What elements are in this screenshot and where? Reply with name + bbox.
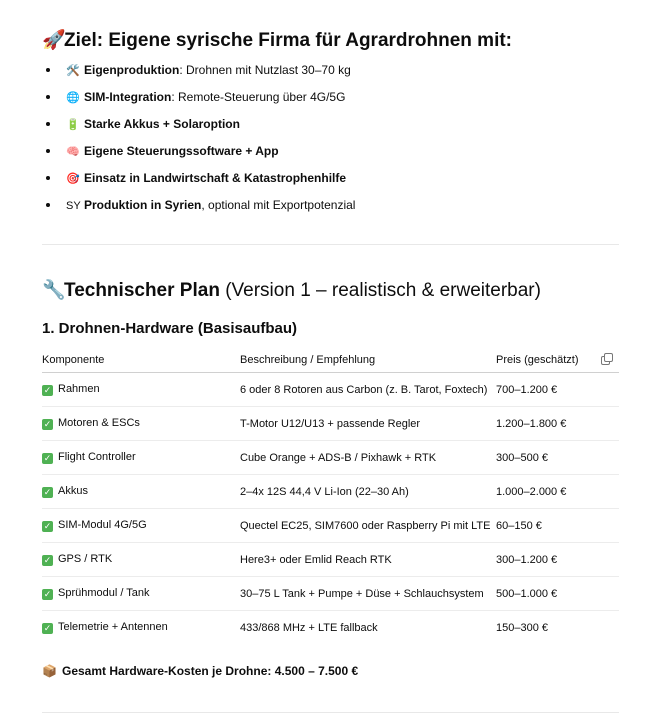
cell-price: 700–1.200 € bbox=[496, 372, 601, 407]
cell-component: ✓ SIM-Modul 4G/5G bbox=[42, 508, 240, 543]
bullet-icon bbox=[46, 149, 50, 153]
cell-component: ✓ Telemetrie + Antennen bbox=[42, 611, 240, 645]
goal-item-bold: Einsatz in Landwirtschaft & Katastrophen… bbox=[84, 171, 347, 185]
goal-item-text: , optional mit Exportpotenzial bbox=[201, 198, 356, 212]
cell-component: ✓ Rahmen bbox=[42, 372, 240, 407]
component-name: Flight Controller bbox=[58, 451, 136, 463]
bullet-icon bbox=[46, 68, 50, 72]
section-divider bbox=[42, 244, 619, 245]
check-icon: ✓ bbox=[42, 453, 53, 464]
check-icon: ✓ bbox=[42, 555, 53, 566]
check-icon: ✓ bbox=[42, 487, 53, 498]
cell-component: ✓ Flight Controller bbox=[42, 440, 240, 475]
cell-description: 433/868 MHz + LTE fallback bbox=[240, 621, 378, 634]
goal-item-bold: Eigene Steuerungssoftware + App bbox=[84, 144, 279, 158]
goal-list-item: 🎯 Einsatz in Landwirtschaft & Katastrophe… bbox=[42, 168, 619, 195]
table-body: ✓ Rahmen 6 oder 8 Rotoren aus Carbon (z. B… bbox=[42, 372, 619, 645]
goal-item-bold: Produktion in Syrien bbox=[84, 198, 202, 212]
bullet-icon bbox=[46, 122, 50, 126]
component-name: GPS / RTK bbox=[58, 553, 113, 565]
component-name: Telemetrie + Antennen bbox=[58, 621, 168, 633]
cell-price: 300–1.200 € bbox=[496, 542, 601, 577]
table-row: ✓ Akkus 2–4x 12S 44,4 V Li-Ion (22–30 Ah) 1… bbox=[42, 474, 619, 509]
table-header-row: Komponente Beschreibung / Empfehlung Pre… bbox=[42, 348, 619, 373]
goal-item-icon: SY bbox=[66, 200, 81, 212]
column-header-description: Beschreibung / Empfehlung bbox=[240, 348, 496, 373]
table-row: ✓ GPS / RTK Here3+ oder Emlid Reach RTK 300… bbox=[42, 542, 619, 577]
cell-price: 300–500 € bbox=[496, 440, 601, 475]
cell-component: ✓ Motoren & ESCs bbox=[42, 406, 240, 441]
goal-item-bold: Starke Akkus + Solaroption bbox=[84, 117, 240, 131]
check-icon: ✓ bbox=[42, 589, 53, 600]
cell-description: 6 oder 8 Rotoren aus Carbon (z. B. Tarot… bbox=[240, 372, 496, 407]
goal-item-bold: Eigenproduktion bbox=[84, 63, 180, 77]
check-icon: ✓ bbox=[42, 521, 53, 532]
column-header-component: Komponente bbox=[42, 348, 240, 373]
hardware-table: Komponente Beschreibung / Empfehlung Pre… bbox=[42, 348, 619, 644]
column-header-price: Preis (geschätzt) bbox=[496, 348, 601, 373]
goal-item-bold: SIM-Integration bbox=[84, 90, 172, 104]
goal-item-text: : Drohnen mit Nutzlast 30–70 kg bbox=[179, 63, 351, 77]
goal-item-icon: 🔋 bbox=[66, 119, 80, 131]
cell-description: Here3+ oder Emlid Reach RTK bbox=[240, 542, 496, 577]
total-cost: 📦 Gesamt Hardware-Kosten je Drohne: 4.500… bbox=[42, 664, 358, 678]
component-name: Rahmen bbox=[58, 383, 100, 395]
bullet-icon bbox=[46, 176, 50, 180]
cell-component: ✓ GPS / RTK bbox=[42, 542, 240, 577]
goal-item-text: : Remote-Steuerung über 4G/5G bbox=[171, 90, 346, 104]
package-icon: 📦 bbox=[42, 664, 57, 678]
goal-item-icon: 🛠️ bbox=[66, 65, 80, 77]
component-name: SIM-Modul 4G/5G bbox=[58, 519, 147, 531]
table-row: ✓ Sprühmodul / Tank 30–75 L Tank + Pumpe +… bbox=[42, 576, 619, 611]
cell-price: 500–1.000 € bbox=[496, 576, 601, 611]
cell-description: 2–4x 12S 44,4 V Li-Ion (22–30 Ah) bbox=[240, 474, 496, 509]
table-row: ✓ SIM-Modul 4G/5G Quectel EC25, SIM7600 od… bbox=[42, 508, 619, 543]
cell-description: 30–75 L Tank + Pumpe + Düse + Schlauchsy… bbox=[240, 576, 496, 611]
cell-price: 1.200–1.800 € bbox=[496, 406, 601, 441]
component-name: Akkus bbox=[58, 485, 88, 497]
wrench-icon: 🔧 bbox=[42, 280, 66, 301]
table-row: ✓ Flight Controller Cube Orange + ADS-B / … bbox=[42, 440, 619, 475]
goal-item-icon: 🧠 bbox=[66, 146, 80, 158]
goal-item-icon: 🌐 bbox=[66, 92, 80, 104]
check-icon: ✓ bbox=[42, 623, 53, 634]
goal-list-item: SY Produktion in Syrien, optional mit Exp… bbox=[42, 195, 619, 222]
cell-description: T-Motor U12/U13 + passende Regler bbox=[240, 406, 496, 441]
goal-list-item: 🔋 Starke Akkus + Solaroption bbox=[42, 114, 619, 141]
goal-heading: 🚀Ziel: Eigene syrische Firma für Agrardr… bbox=[42, 28, 512, 52]
cell-component: ✓ Akkus bbox=[42, 474, 240, 509]
goal-list-item: 🧠 Eigene Steuerungssoftware + App bbox=[42, 141, 619, 168]
copy-table-button[interactable] bbox=[601, 348, 619, 373]
component-name: Sprühmodul / Tank bbox=[58, 587, 150, 599]
check-icon: ✓ bbox=[42, 385, 53, 396]
total-cost-text: Gesamt Hardware-Kosten je Drohne: 4.500 … bbox=[62, 664, 359, 678]
hardware-heading: 1. Drohnen-Hardware (Basisaufbau) bbox=[42, 320, 298, 337]
goal-title: Ziel: Eigene syrische Firma für Agrardro… bbox=[64, 30, 513, 51]
bullet-icon bbox=[46, 95, 50, 99]
section-divider-bottom bbox=[42, 712, 619, 713]
cell-price: 60–150 € bbox=[496, 508, 601, 543]
cell-description: Cube Orange + ADS-B / Pixhawk + RTK bbox=[240, 440, 496, 475]
table-row: ✓ Rahmen 6 oder 8 Rotoren aus Carbon (z. B… bbox=[42, 372, 619, 407]
rocket-icon: 🚀 bbox=[42, 30, 66, 51]
tech-plan-heading: 🔧Technischer Plan (Version 1 – realistis… bbox=[42, 278, 541, 302]
goal-list-item: 🌐 SIM-Integration: Remote-Steuerung über … bbox=[42, 87, 619, 114]
goal-list: 🛠️ Eigenproduktion: Drohnen mit Nutzlast … bbox=[42, 60, 619, 222]
cell-price: 150–300 € bbox=[496, 621, 548, 634]
tech-plan-subtitle: (Version 1 – realistisch & erweiterbar) bbox=[219, 280, 541, 301]
goal-list-item: 🛠️ Eigenproduktion: Drohnen mit Nutzlast … bbox=[42, 60, 619, 87]
cell-description: Quectel EC25, SIM7600 oder Raspberry Pi … bbox=[240, 508, 496, 543]
check-icon: ✓ bbox=[42, 419, 53, 430]
tech-plan-title: Technischer Plan bbox=[64, 280, 220, 301]
bullet-icon bbox=[46, 203, 50, 207]
copy-icon[interactable] bbox=[601, 352, 613, 365]
cell-price: 1.000–2.000 € bbox=[496, 474, 601, 509]
table-row: ✓ Motoren & ESCs T-Motor U12/U13 + passend… bbox=[42, 406, 619, 441]
component-name: Motoren & ESCs bbox=[58, 417, 140, 429]
cell-component: ✓ Sprühmodul / Tank bbox=[42, 576, 240, 611]
goal-item-icon: 🎯 bbox=[66, 173, 80, 185]
table-row: ✓ Telemetrie + Antennen 433/868 MHz + LTE … bbox=[42, 611, 619, 645]
